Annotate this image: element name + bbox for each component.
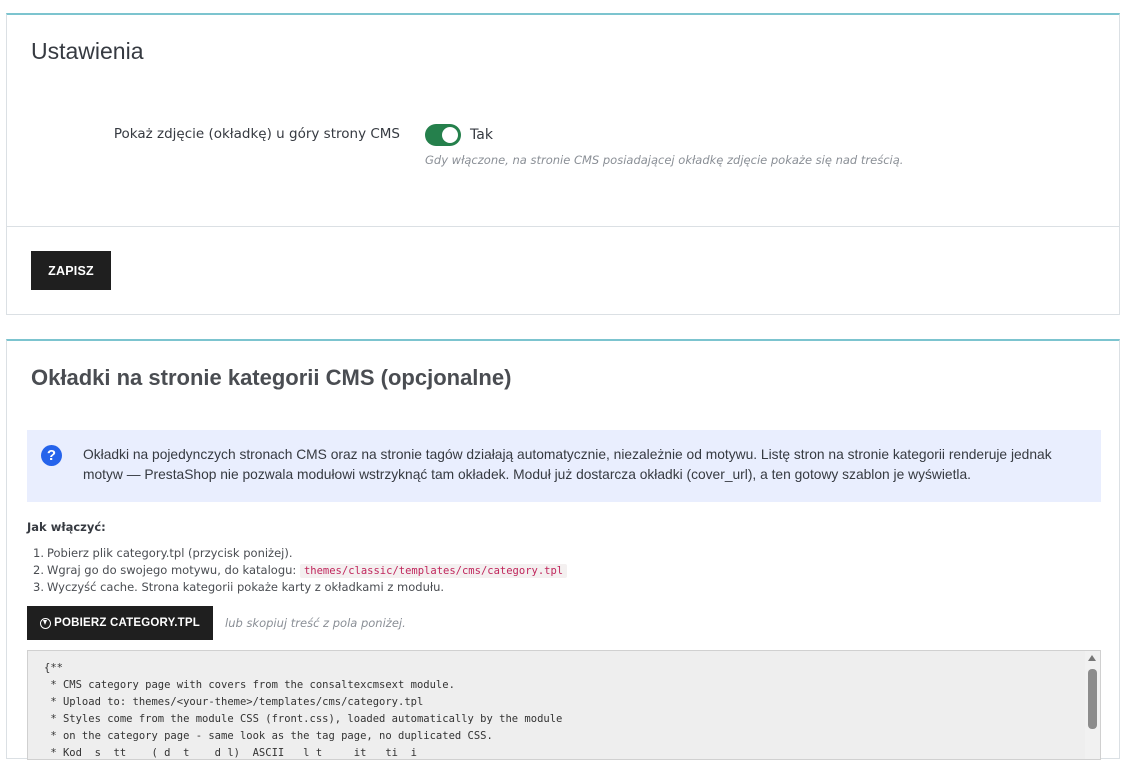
code-line: * CMS category page with covers from the… (44, 679, 455, 691)
question-circle-icon: ? (41, 445, 62, 466)
show-cover-help-text: Gdy włączone, na stronie CMS posiadające… (425, 153, 904, 167)
code-scrollbar[interactable] (1085, 651, 1100, 759)
code-line: {** (44, 662, 63, 674)
scrollbar-thumb[interactable] (1088, 669, 1097, 729)
info-alert-text: Okładki na pojedynczych stronach CMS ora… (83, 447, 1052, 482)
show-cover-label: Pokaż zdjęcie (okładkę) u góry strony CM… (113, 126, 400, 142)
howto-step: 3. Wyczyść cache. Strona kategorii pokaże… (33, 580, 445, 594)
code-line: * Upload to: themes/<your-theme>/templat… (44, 696, 424, 708)
save-button[interactable]: ZAPISZ (31, 251, 111, 290)
info-alert: ? Okładki na pojedynczych stronach CMS o… (27, 430, 1101, 502)
code-lines: {** * CMS category page with covers from… (44, 660, 563, 759)
download-category-tpl-button[interactable]: POBIERZ CATEGORY.TPL (27, 606, 213, 640)
howto-title: Jak włączyć: (27, 520, 106, 534)
template-code-textarea[interactable]: {** * CMS category page with covers from… (27, 650, 1101, 760)
code-line: * Styles come from the module CSS (front… (44, 713, 563, 725)
code-line: * on the category page - same look as th… (44, 730, 493, 742)
copy-hint-text: lub skopiuj treść z pola poniżej. (225, 616, 406, 630)
settings-title: Ustawienia (31, 38, 144, 64)
scroll-up-arrow-icon[interactable] (1088, 655, 1096, 661)
howto-step: 1. Pobierz plik category.tpl (przycisk po… (33, 546, 293, 560)
toggle-knob (442, 127, 458, 143)
code-line: * Kod s tt ( d t d l) ASCII l t it ti i (44, 747, 417, 759)
howto-step: 2. Wgraj go do swojego motywu, do katalog… (33, 562, 568, 579)
settings-panel: Ustawienia Pokaż zdjęcie (okładkę) u gór… (6, 13, 1120, 315)
category-covers-panel: Okładki na stronie kategorii CMS (opcjon… (6, 339, 1120, 760)
show-cover-toggle[interactable] (425, 124, 461, 146)
theme-path-code: themes/classic/templates/cms/category.tp… (299, 564, 568, 578)
howto-steps: 1. Pobierz plik category.tpl (przycisk po… (33, 545, 568, 596)
category-covers-title: Okładki na stronie kategorii CMS (opcjon… (31, 365, 512, 390)
download-icon (40, 617, 52, 629)
panel-footer-divider (7, 226, 1119, 227)
toggle-state-label: Tak (470, 127, 493, 143)
